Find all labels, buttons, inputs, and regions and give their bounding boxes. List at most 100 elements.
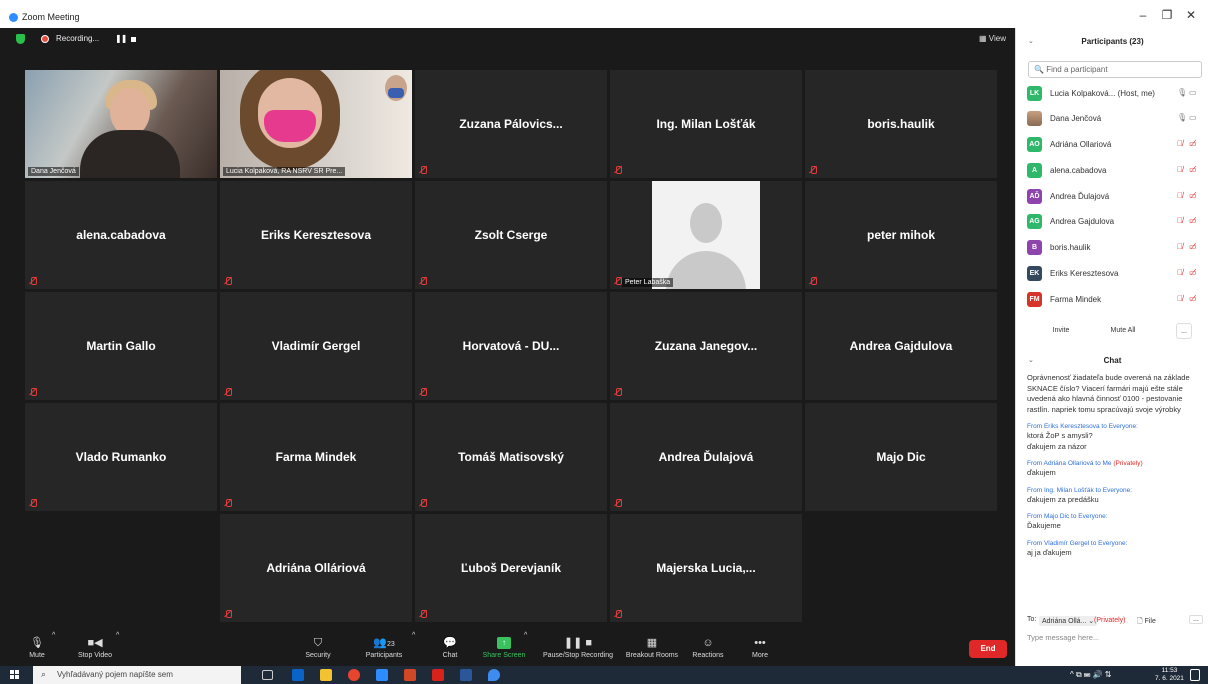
shield-icon[interactable] — [16, 34, 25, 44]
powerpoint-icon[interactable] — [404, 669, 416, 681]
video-tile[interactable]: Andrea Gajdulova — [805, 292, 997, 400]
video-tile[interactable]: Horvatová - DU... — [415, 292, 607, 400]
participant-row[interactable]: Dana Jenčová 🎙 ▭ — [1027, 109, 1207, 131]
pause-recording-button[interactable]: ❚❚ — [115, 34, 127, 43]
tile-name: boris.haulik — [867, 117, 935, 131]
mute-all-button[interactable]: Mute All — [1103, 323, 1143, 339]
video-options-caret[interactable]: ^ — [116, 632, 119, 666]
video-tile[interactable]: Farma Mindek — [220, 403, 412, 511]
video-tile[interactable]: Vlado Rumanko — [25, 403, 217, 511]
search-icon: ⌕ — [41, 669, 47, 679]
video-tile[interactable]: Peter Labaška — [610, 181, 802, 289]
tile-name: Majerska Lucia,... — [656, 561, 756, 575]
participant-row[interactable]: EK Eriks Keresztesova 🎙̸ ▭̸ — [1027, 264, 1207, 286]
acrobat-icon[interactable] — [432, 669, 444, 681]
tile-name: Majo Dic — [876, 450, 926, 464]
breakout-rooms-button[interactable]: ▦ Breakout Rooms — [622, 632, 682, 666]
view-button[interactable]: ▦ View — [979, 34, 1006, 43]
video-tile[interactable]: boris.haulik — [805, 70, 997, 178]
video-tile[interactable]: Ľuboš Derevjaník — [415, 514, 607, 622]
mute-button[interactable]: 🎙 Mute — [22, 632, 52, 666]
app-icon[interactable] — [488, 669, 500, 681]
muted-mic-icon — [614, 166, 622, 174]
zoom-taskbar-icon[interactable] — [376, 669, 388, 681]
meeting-area: Recording... ❚❚ ▦ View Dana Jenčová Luci… — [0, 28, 1015, 632]
more-options-button[interactable]: ... — [1176, 323, 1192, 339]
chat-button[interactable]: 💬 Chat — [435, 632, 465, 666]
minimize-button[interactable]: – — [1134, 8, 1152, 22]
chat-more-button[interactable]: ... — [1189, 615, 1203, 624]
video-tile[interactable]: Andrea Ďulajová — [610, 403, 802, 511]
participants-label: Participants — [365, 652, 403, 659]
taskbar-search-input[interactable]: ⌕ Vyhľadávaný pojem napíšte sem — [33, 666, 241, 684]
file-button[interactable]: 🗋 File — [1137, 617, 1156, 628]
close-button[interactable]: ✕ — [1182, 8, 1200, 22]
stop-video-button[interactable]: ■◀ Stop Video — [70, 632, 120, 666]
chat-message-input[interactable]: Type message here... — [1027, 633, 1099, 642]
stop-recording-button[interactable] — [131, 37, 136, 42]
share-options-caret[interactable]: ^ — [524, 632, 527, 666]
tile-name: peter mihok — [866, 228, 935, 242]
video-tile[interactable]: Vladimír Gergel — [220, 292, 412, 400]
muted-mic-icon — [224, 499, 232, 507]
security-button[interactable]: ⛉ Security — [298, 632, 338, 666]
participant-video — [25, 70, 217, 178]
participant-row[interactable]: AĎ Andrea Ďulajová 🎙̸ ▭̸ — [1027, 187, 1207, 209]
video-tile[interactable]: Tomáš Matisovský — [415, 403, 607, 511]
participant-row[interactable]: A alena.cabadova 🎙̸ ▭̸ — [1027, 161, 1207, 183]
muted-mic-icon — [419, 610, 427, 618]
chat-sender: From Adriána Ollariová to Me (Privately) — [1027, 459, 1201, 468]
chrome-icon[interactable] — [348, 669, 360, 681]
share-screen-button[interactable]: ↑ Share Screen — [478, 632, 530, 666]
video-tile[interactable]: Lucia Kolpaková, RA NSRV SR Pre... — [220, 70, 412, 178]
video-tile[interactable]: Ing. Milan Lošťák — [610, 70, 802, 178]
clock[interactable]: 11:53 7. 6. 2021 — [1155, 667, 1184, 683]
end-meeting-button[interactable]: End — [969, 640, 1007, 658]
notifications-icon[interactable] — [1190, 669, 1200, 681]
video-tile[interactable]: Zuzana Pálovics... — [415, 70, 607, 178]
video-tile[interactable]: Majo Dic — [805, 403, 997, 511]
muted-mic-icon — [614, 610, 622, 618]
reactions-button[interactable]: ☺ Reactions — [688, 632, 728, 666]
video-tile[interactable]: Zsolt Cserge — [415, 181, 607, 289]
task-view-icon[interactable] — [262, 670, 273, 680]
participants-options-caret[interactable]: ^ — [412, 632, 415, 666]
participant-row[interactable]: LK Lucia Kolpaková... (Host, me) 🎙 ▭ — [1027, 84, 1207, 106]
video-icon: ▭ — [1189, 88, 1197, 97]
invite-button[interactable]: Invite — [1046, 323, 1076, 339]
video-off-icon: ▭̸ — [1189, 165, 1197, 174]
participant-row[interactable]: FM Farma Mindek 🎙̸ ▭̸ — [1027, 290, 1207, 312]
video-off-icon: ▭̸ — [1189, 268, 1197, 277]
restore-button[interactable]: ❐ — [1158, 8, 1176, 22]
chat-message-text: ďakujem — [1027, 468, 1056, 477]
participant-row[interactable]: AG Andrea Gajdulova 🎙̸ ▭̸ — [1027, 212, 1207, 234]
video-tile[interactable]: Dana Jenčová — [25, 70, 217, 178]
video-tile[interactable]: Majerska Lucia,... — [610, 514, 802, 622]
video-tile[interactable]: Zuzana Janegov... — [610, 292, 802, 400]
default-avatar-icon — [652, 181, 760, 289]
video-tile[interactable]: alena.cabadova — [25, 181, 217, 289]
system-tray[interactable]: ^ ⧉ ⌨ 🔊 ⇅ — [1070, 670, 1111, 680]
more-button[interactable]: ••• More — [745, 632, 775, 666]
muted-mic-icon — [614, 499, 622, 507]
video-tile[interactable]: Adriána Olláriová — [220, 514, 412, 622]
windows-start-icon[interactable] — [10, 670, 20, 680]
muted-mic-icon — [419, 388, 427, 396]
audio-options-caret[interactable]: ^ — [52, 632, 55, 666]
chat-recipient-row: To: Adriána Ollá... ⌄ (Privately) 🗋 File… — [1027, 615, 1205, 630]
chat-sender: From Ing. Milan Lošťák to Everyone: — [1027, 486, 1133, 494]
participant-row[interactable]: B boris.haulik 🎙̸ ▭̸ — [1027, 238, 1207, 260]
video-tile[interactable]: Eriks Keresztesova — [220, 181, 412, 289]
participant-row[interactable]: AO Adriána Ollariová 🎙̸ ▭̸ — [1027, 135, 1207, 157]
file-explorer-icon[interactable] — [320, 669, 332, 681]
avatar: LK — [1027, 86, 1042, 101]
recipient-select[interactable]: Adriána Ollá... ⌄ — [1039, 616, 1098, 626]
pause-stop-recording-button[interactable]: ❚❚ ■ Pause/Stop Recording — [538, 632, 618, 666]
participant-search-input[interactable]: 🔍 Find a participant — [1028, 61, 1202, 78]
video-tile[interactable]: Martin Gallo — [25, 292, 217, 400]
word-icon[interactable] — [460, 669, 472, 681]
participants-button[interactable]: 👥23 Participants — [358, 632, 410, 666]
mic-icon: 🎙 — [1177, 88, 1188, 97]
outlook-icon[interactable] — [292, 669, 304, 681]
video-tile[interactable]: peter mihok — [805, 181, 997, 289]
